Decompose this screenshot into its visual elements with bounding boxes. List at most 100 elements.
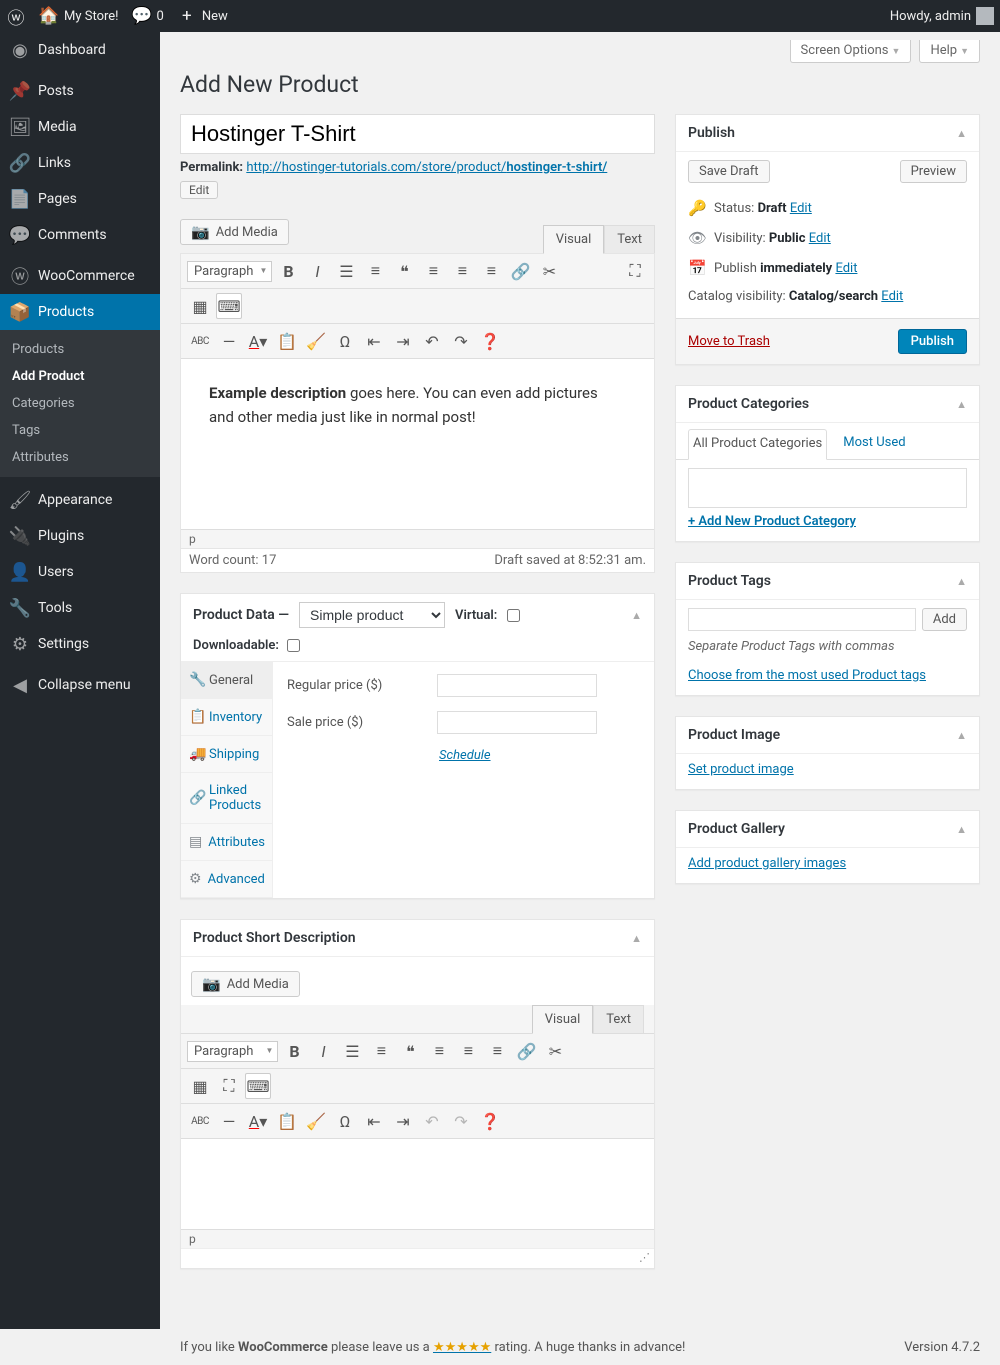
permalink-link[interactable]: http://hostinger-tutorials.com/store/pro… xyxy=(246,160,607,175)
align-left-button[interactable]: ≡ xyxy=(426,1038,452,1064)
italic-button[interactable]: I xyxy=(304,258,330,284)
sidebar-item-appearance[interactable]: 🖌Appearance xyxy=(0,482,160,518)
submenu-products[interactable]: Products xyxy=(0,336,160,363)
tab-text-2[interactable]: Text xyxy=(593,1005,644,1033)
sale-price-input[interactable] xyxy=(437,711,597,734)
numbered-list-button[interactable]: ≡ xyxy=(368,1038,394,1064)
preview-button[interactable]: Preview xyxy=(900,160,967,183)
paste-text-button[interactable]: 📋 xyxy=(274,1108,300,1134)
pd-tab-general[interactable]: 🔧General xyxy=(181,662,272,699)
edit-catalog-link[interactable]: Edit xyxy=(881,289,903,304)
abc-button[interactable]: ABC xyxy=(187,1108,213,1134)
toggle-icon[interactable]: ▲ xyxy=(956,398,967,411)
editor-content[interactable]: Example description goes here. You can e… xyxy=(181,359,654,529)
regular-price-input[interactable] xyxy=(437,674,597,697)
submenu-categories[interactable]: Categories xyxy=(0,390,160,417)
screen-options-button[interactable]: Screen Options▼ xyxy=(790,40,912,63)
sidebar-item-plugins[interactable]: 🔌Plugins xyxy=(0,518,160,554)
product-type-select[interactable]: Simple product xyxy=(299,602,445,628)
outdent-button[interactable]: ⇤ xyxy=(361,1108,387,1134)
redo-button[interactable]: ↷ xyxy=(448,1108,474,1134)
pd-tab-advanced[interactable]: ⚙Advanced xyxy=(181,861,272,898)
more-button[interactable]: ▦ xyxy=(187,293,213,319)
schedule-link[interactable]: Schedule xyxy=(439,748,491,763)
pd-tab-shipping[interactable]: 🚚Shipping xyxy=(181,736,272,773)
help-icon-button[interactable]: ❓ xyxy=(477,1108,503,1134)
virtual-checkbox[interactable] xyxy=(507,609,520,622)
edit-date-link[interactable]: Edit xyxy=(835,261,857,276)
add-tag-button[interactable]: Add xyxy=(922,608,967,631)
move-to-trash-link[interactable]: Move to Trash xyxy=(688,334,770,349)
sidebar-item-comments[interactable]: 💬Comments xyxy=(0,217,160,253)
insert-link-button[interactable]: 🔗 xyxy=(507,258,533,284)
submenu-attributes[interactable]: Attributes xyxy=(0,444,160,471)
tab-most-used[interactable]: Most Used xyxy=(839,429,909,459)
unlink-button[interactable]: ✂ xyxy=(536,258,562,284)
sidebar-item-tools[interactable]: 🔧Tools xyxy=(0,590,160,626)
sidebar-item-pages[interactable]: 📄Pages xyxy=(0,181,160,217)
tab-all-categories[interactable]: All Product Categories xyxy=(688,429,827,460)
edit-status-link[interactable]: Edit xyxy=(790,201,812,216)
add-media-button-2[interactable]: 📷Add Media xyxy=(191,971,300,997)
sidebar-item-links[interactable]: 🔗Links xyxy=(0,145,160,181)
toggle-icon[interactable]: ▲ xyxy=(956,729,967,742)
quote-button[interactable]: ❝ xyxy=(397,1038,423,1064)
sidebar-item-products[interactable]: 📦Products xyxy=(0,294,160,330)
undo-button[interactable]: ↶ xyxy=(419,328,445,354)
sidebar-item-dashboard[interactable]: ◉Dashboard xyxy=(0,32,160,68)
hr-button[interactable]: — xyxy=(216,1108,242,1134)
align-center-button[interactable]: ≡ xyxy=(449,258,475,284)
downloadable-checkbox[interactable] xyxy=(287,639,300,652)
save-draft-button[interactable]: Save Draft xyxy=(688,160,770,183)
special-char-button[interactable]: Ω xyxy=(332,328,358,354)
numbered-list-button[interactable]: ≡ xyxy=(362,258,388,284)
undo-button[interactable]: ↶ xyxy=(419,1108,445,1134)
toggle-icon[interactable]: ▲ xyxy=(631,932,642,945)
format-select[interactable]: Paragraph xyxy=(187,261,272,282)
edit-visibility-link[interactable]: Edit xyxy=(809,231,831,246)
comments-link[interactable]: 💬0 xyxy=(132,6,164,26)
add-new-category-link[interactable]: + Add New Product Category xyxy=(688,514,856,529)
toolbar-toggle-button[interactable]: ⌨ xyxy=(245,1073,271,1099)
help-button[interactable]: Help▼ xyxy=(919,40,980,63)
pd-tab-attributes[interactable]: ▤Attributes xyxy=(181,824,272,861)
indent-button[interactable]: ⇥ xyxy=(390,328,416,354)
redo-button[interactable]: ↷ xyxy=(448,328,474,354)
set-product-image-link[interactable]: Set product image xyxy=(688,762,794,777)
collapse-menu[interactable]: ◀Collapse menu xyxy=(0,667,160,703)
tab-visual[interactable]: Visual xyxy=(543,225,605,254)
sidebar-item-settings[interactable]: ⚙Settings xyxy=(0,626,160,662)
tag-input[interactable] xyxy=(688,608,916,631)
align-right-button[interactable]: ≡ xyxy=(478,258,504,284)
outdent-button[interactable]: ⇤ xyxy=(361,328,387,354)
fullscreen-button[interactable]: ⛶ xyxy=(216,1073,242,1099)
more-button[interactable]: ▦ xyxy=(187,1073,213,1099)
toggle-icon[interactable]: ▲ xyxy=(956,823,967,836)
new-link[interactable]: +New xyxy=(177,6,228,26)
paste-text-button[interactable]: 📋 xyxy=(274,328,300,354)
bold-button[interactable]: B xyxy=(281,1038,307,1064)
sidebar-item-users[interactable]: 👤Users xyxy=(0,554,160,590)
quote-button[interactable]: ❝ xyxy=(391,258,417,284)
align-center-button[interactable]: ≡ xyxy=(455,1038,481,1064)
tab-visual-2[interactable]: Visual xyxy=(532,1005,594,1034)
hr-button[interactable]: — xyxy=(216,328,242,354)
submenu-tags[interactable]: Tags xyxy=(0,417,160,444)
edit-permalink-button[interactable]: Edit xyxy=(180,181,218,199)
sidebar-item-posts[interactable]: 📌Posts xyxy=(0,73,160,109)
wp-logo[interactable]: ⓦ xyxy=(6,6,26,26)
pd-tab-inventory[interactable]: 📋Inventory xyxy=(181,699,272,736)
unlink-button[interactable]: ✂ xyxy=(542,1038,568,1064)
add-media-button[interactable]: 📷Add Media xyxy=(180,219,289,245)
bold-button[interactable]: B xyxy=(275,258,301,284)
abc-button[interactable]: ABC xyxy=(187,328,213,354)
tab-text[interactable]: Text xyxy=(604,225,655,253)
toggle-icon[interactable]: ▲ xyxy=(631,609,642,622)
bullet-list-button[interactable]: ☰ xyxy=(339,1038,365,1064)
publish-button[interactable]: Publish xyxy=(898,329,967,354)
category-list[interactable] xyxy=(688,468,967,508)
italic-button[interactable]: I xyxy=(310,1038,336,1064)
pd-tab-linked[interactable]: 🔗Linked Products xyxy=(181,773,272,824)
indent-button[interactable]: ⇥ xyxy=(390,1108,416,1134)
sidebar-item-woocommerce[interactable]: ⓦWooCommerce xyxy=(0,258,160,294)
